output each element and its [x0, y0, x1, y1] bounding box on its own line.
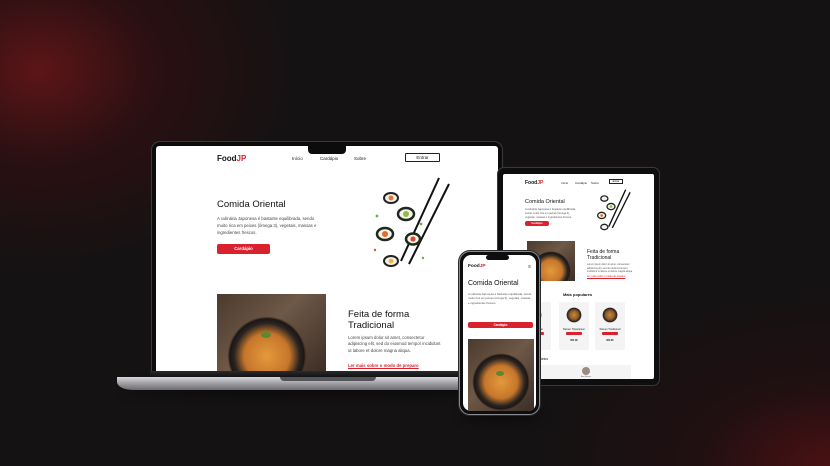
- logo-accent: JP: [236, 154, 247, 163]
- nav-inicio[interactable]: Início: [292, 156, 303, 161]
- nav-sobre[interactable]: Sobre: [354, 156, 366, 161]
- phone-plate-image: [472, 353, 530, 411]
- phone-logo-main: Food: [468, 264, 480, 269]
- popular-card-name: Ramen Tradicional: [599, 328, 621, 331]
- tradition-title: Feita de forma Tradicional: [348, 309, 409, 331]
- plate-image: [227, 316, 307, 371]
- tablet-logo-main: Food: [525, 180, 538, 186]
- tablet-nav-inicio[interactable]: Início: [561, 181, 568, 185]
- hero-title: Comida Oriental: [217, 199, 286, 210]
- tradition-text: Lorem ipsum dolor sit amet, consectetur …: [348, 335, 441, 353]
- avatar: [582, 367, 590, 375]
- phone-logo[interactable]: FoodJP: [468, 264, 486, 269]
- phone-screen: FoodJP ≡ Comida Oriental A culinária Jap…: [463, 255, 536, 411]
- popular-card-price: R$ 30: [606, 339, 614, 342]
- popular-card[interactable]: Ramen Tradicional R$ 30: [595, 302, 625, 350]
- bowl-image: [565, 306, 583, 324]
- tablet-logo[interactable]: FoodJP: [525, 180, 543, 186]
- popular-card-price: R$ 18: [570, 339, 578, 342]
- laptop-frame: FoodJP Início Cardápio Sobre Entrar Comi…: [151, 141, 503, 372]
- site-logo[interactable]: FoodJP: [217, 154, 246, 163]
- tablet-hero-title: Comida Oriental: [525, 199, 565, 205]
- hamburger-menu-icon[interactable]: ≡: [528, 264, 531, 270]
- hero-menu-button[interactable]: Cardápio: [217, 244, 270, 254]
- nav-cardapio[interactable]: Cardápio: [320, 156, 338, 161]
- popular-card-button[interactable]: [566, 332, 582, 335]
- sushi-chopsticks-illustration: [373, 177, 450, 267]
- tradition-title-line1: Feita de forma: [348, 309, 410, 320]
- tablet-nav-sobre[interactable]: Sobre: [591, 181, 599, 185]
- bowl-image: [601, 306, 619, 324]
- popular-title: Mais populares: [563, 292, 593, 297]
- popular-card-name: Ramen Tipparamen: [563, 328, 585, 331]
- tablet-tradition-title: Feita de forma Tradicional: [587, 249, 619, 261]
- enter-button[interactable]: Entrar: [405, 153, 440, 162]
- testimonial-name: Ana Bueno: [581, 376, 591, 378]
- tablet-tradition-text: Lorem ipsum dolor sit amet, consectetur …: [587, 263, 633, 273]
- phone-dynamic-island: [486, 255, 509, 260]
- tablet-hero-text: A culinária Japonesa é bastante equilibr…: [525, 208, 576, 219]
- tablet-sushi-illustration: [597, 189, 631, 231]
- hero-text: A culinária Japonesa é bastante equilibr…: [217, 216, 317, 235]
- phone-hero-text: A culinária Japonesa é bastante equilibr…: [468, 292, 532, 305]
- tablet-enter-button[interactable]: Entrar: [609, 179, 623, 184]
- testimonial-card: Ana Bueno: [541, 365, 631, 379]
- popular-card[interactable]: Ramen Tipparamen R$ 18: [559, 302, 589, 350]
- laptop-notch: [308, 145, 346, 154]
- herb-garnish: [261, 332, 271, 338]
- tablet-nav-cardapio[interactable]: Cardápio: [575, 181, 587, 185]
- testimonials-title: ários: [541, 357, 548, 361]
- tablet-tradition-line2: Tradicional: [587, 255, 612, 261]
- phone-hero-title: Comida Oriental: [468, 280, 519, 287]
- phone-hero-button[interactable]: Cardápio: [468, 322, 533, 328]
- tradition-title-line2: Tradicional: [348, 320, 395, 331]
- tonkatsu-photo: [217, 294, 326, 371]
- phone-food-photo: [468, 339, 534, 411]
- phone-logo-accent: JP: [479, 264, 486, 269]
- logo-main: Food: [217, 154, 237, 163]
- laptop-lip: [280, 377, 376, 381]
- tablet-logo-accent: JP: [537, 180, 544, 186]
- phone-frame: FoodJP ≡ Comida Oriental A culinária Jap…: [459, 251, 540, 415]
- tablet-hero-button[interactable]: Cardápio: [525, 221, 549, 226]
- read-more-link[interactable]: Ler mais sobre o modo de preparo: [348, 363, 419, 368]
- tablet-read-more-link[interactable]: Ler mais sobre o modo de preparo: [587, 275, 625, 278]
- laptop-screen: FoodJP Início Cardápio Sobre Entrar Comi…: [156, 146, 498, 371]
- phone-herb-garnish: [496, 371, 504, 376]
- popular-card-button[interactable]: [602, 332, 618, 335]
